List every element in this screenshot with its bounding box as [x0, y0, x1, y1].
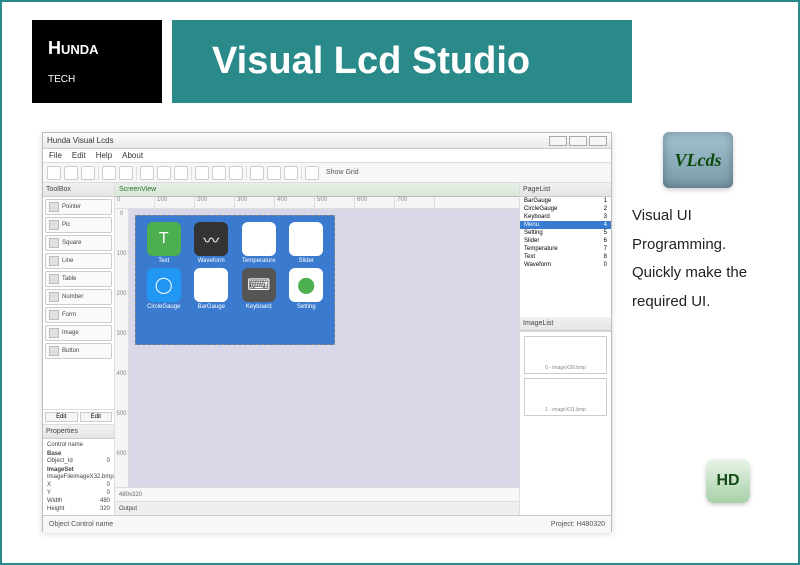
properties-header: Properties [43, 425, 114, 439]
toolbar-undo-icon[interactable] [102, 166, 116, 180]
toolbar-paste-icon[interactable] [229, 166, 243, 180]
pointer-icon [49, 202, 59, 212]
widget-setting[interactable]: ⬤Setting [285, 268, 329, 310]
tool-line[interactable]: Line [45, 253, 112, 269]
pagelist-item[interactable]: BarGauge1 [520, 197, 611, 205]
ruler-vertical: 0100200300400500600 [115, 209, 129, 487]
line-icon [49, 256, 59, 266]
menu-bar: File Edit Help About [43, 149, 611, 163]
widget-slider[interactable]: ◆Slider [285, 222, 329, 264]
toolbox-edit2[interactable]: Edit [80, 412, 113, 422]
thermometer-icon: 🌡 [242, 222, 276, 256]
design-surface[interactable]: TText 〰Waveform 🌡Temperature ◆Slider ◯Ci… [135, 215, 335, 345]
bargauge-icon: ▮ [194, 268, 228, 302]
status-left: Object Control name [49, 521, 113, 528]
toolbar-showgrid-label[interactable]: Show Grid [326, 169, 359, 176]
toolbox-header: ToolBox [43, 183, 114, 197]
toolbar: Show Grid [43, 163, 611, 183]
toolbar-id-icon[interactable] [284, 166, 298, 180]
vlcds-logo-icon: VLcds [663, 132, 733, 188]
imagelist-header: ImageList [520, 317, 611, 331]
menu-file[interactable]: File [49, 151, 62, 160]
pagelist-item[interactable]: Keyboard3 [520, 213, 611, 221]
toolbar-cut-icon[interactable] [195, 166, 209, 180]
promo-text: Visual UI Programming. Quickly make the … [628, 202, 768, 316]
brand-line2: tech [48, 69, 146, 85]
widget-bargauge[interactable]: ▮BarGauge [190, 268, 234, 310]
status-bar: Object Control name Project: H480320 [43, 515, 611, 533]
pagelist-item[interactable]: Menu4 [520, 221, 611, 229]
widget-waveform[interactable]: 〰Waveform [190, 222, 234, 264]
minimize-button[interactable] [549, 136, 567, 146]
toolbar-save-icon[interactable] [81, 166, 95, 180]
tool-square[interactable]: Square [45, 235, 112, 251]
product-title: Visual Lcd Studio [172, 20, 632, 103]
table-icon [49, 274, 59, 284]
hd-badge-icon: HD [706, 459, 750, 503]
design-canvas[interactable]: TText 〰Waveform 🌡Temperature ◆Slider ◯Ci… [129, 209, 519, 487]
pagelist: BarGauge1CircleGauge2Keyboard3Menu4Setti… [520, 197, 611, 317]
toolbar-redo-icon[interactable] [119, 166, 133, 180]
toolbox: Pointer Pic Square Line Table Number For… [43, 197, 114, 409]
canvas-footer: 480x320 [115, 487, 519, 501]
button-icon [49, 346, 59, 356]
app-window: Hunda Visual Lcds File Edit Help About [42, 132, 612, 532]
toolbar-copy-icon[interactable] [212, 166, 226, 180]
pagelist-item[interactable]: CircleGauge2 [520, 205, 611, 213]
pagelist-item[interactable]: Setting5 [520, 229, 611, 237]
widget-text[interactable]: TText [142, 222, 186, 264]
toggle-icon: ⬤ [289, 268, 323, 302]
square-icon [49, 238, 59, 248]
pic-icon [49, 220, 59, 230]
toolbar-zoomout-icon[interactable] [267, 166, 281, 180]
ruler-horizontal: 0100200300400500600700 [115, 197, 519, 209]
maximize-button[interactable] [569, 136, 587, 146]
slider-icon: ◆ [289, 222, 323, 256]
toolbar-grid-icon[interactable] [305, 166, 319, 180]
toolbar-zoomin-icon[interactable] [250, 166, 264, 180]
image-icon [49, 328, 59, 338]
toolbar-download-icon[interactable] [174, 166, 188, 180]
pagelist-item[interactable]: Slider6 [520, 237, 611, 245]
widget-keyboard[interactable]: ⌨Keyboard [237, 268, 281, 310]
toolbox-edit1[interactable]: Edit [45, 412, 78, 422]
toolbar-run-icon[interactable] [140, 166, 154, 180]
widget-circlegauge[interactable]: ◯CircleGauge [142, 268, 186, 310]
gauge-icon: ◯ [147, 268, 181, 302]
toolbar-build-icon[interactable] [157, 166, 171, 180]
menu-edit[interactable]: Edit [72, 151, 86, 160]
tool-pointer[interactable]: Pointer [45, 199, 112, 215]
canvas-tab[interactable]: ScreenView [115, 183, 519, 197]
pagelist-header: PageList [520, 183, 611, 197]
tool-pic[interactable]: Pic [45, 217, 112, 233]
menu-help[interactable]: Help [96, 151, 112, 160]
properties-panel: Control name Base Object_Id0 ImageSet Im… [43, 439, 114, 515]
form-icon [49, 310, 59, 320]
waveform-icon: 〰 [194, 222, 228, 256]
tool-button[interactable]: Button [45, 343, 112, 359]
brand-line1: Hunda [48, 38, 146, 59]
tool-image[interactable]: Image [45, 325, 112, 341]
toolbar-new-icon[interactable] [47, 166, 61, 180]
toolbar-open-icon[interactable] [64, 166, 78, 180]
tool-number[interactable]: Number [45, 289, 112, 305]
pagelist-item[interactable]: Temperature7 [520, 245, 611, 253]
close-button[interactable] [589, 136, 607, 146]
tool-table[interactable]: Table [45, 271, 112, 287]
widget-temperature[interactable]: 🌡Temperature [237, 222, 281, 264]
text-icon: T [147, 222, 181, 256]
keyboard-icon: ⌨ [242, 268, 276, 302]
image-thumb[interactable]: 1 - imageX31.bmp [524, 378, 607, 416]
pagelist-item[interactable]: Text8 [520, 253, 611, 261]
pagelist-item[interactable]: Waveform0 [520, 261, 611, 269]
image-thumb[interactable]: 0 - imageX30.bmp [524, 336, 607, 374]
window-titlebar[interactable]: Hunda Visual Lcds [43, 133, 611, 149]
output-panel: Output [115, 501, 519, 515]
window-title: Hunda Visual Lcds [47, 136, 114, 145]
status-project: Project: H480320 [551, 521, 605, 528]
brand-box: Hunda tech [32, 20, 162, 103]
tool-form[interactable]: Form [45, 307, 112, 323]
number-icon [49, 292, 59, 302]
menu-about[interactable]: About [122, 151, 143, 160]
